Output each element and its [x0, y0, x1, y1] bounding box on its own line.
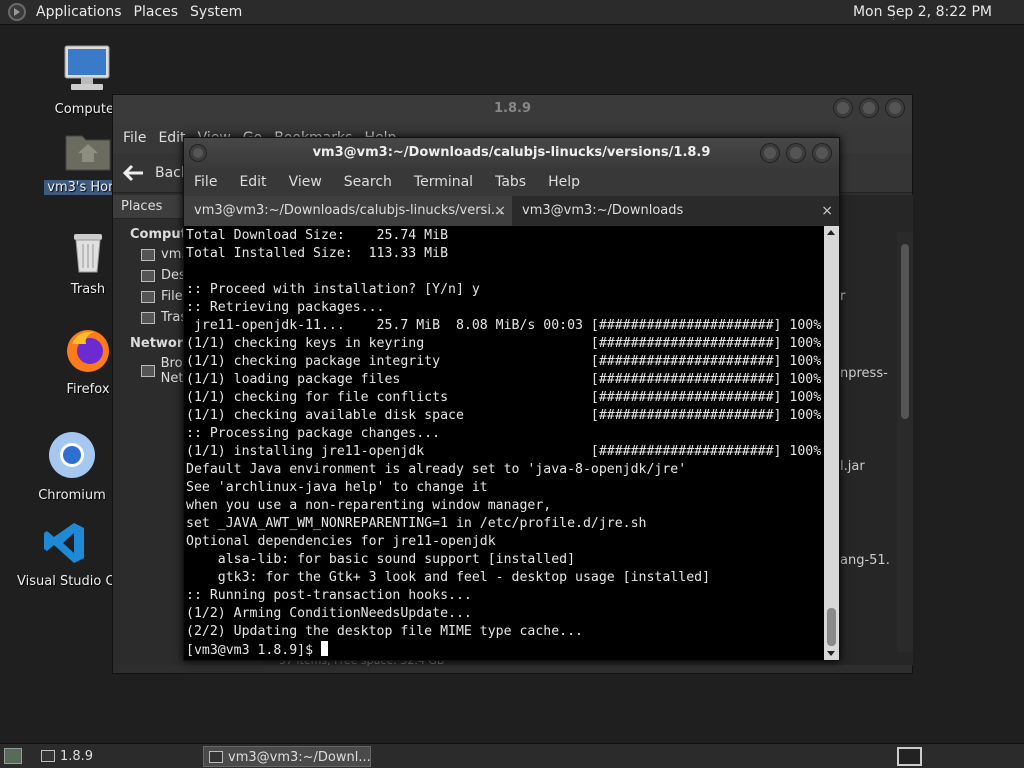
terminal-cursor: [320, 641, 328, 656]
terminal-line: (2/2) Updating the desktop file MIME typ…: [186, 624, 583, 639]
terminal-line: set _JAVA_AWT_WM_NONREPARENTING=1 in /et…: [186, 516, 647, 531]
terminal-title: vm3@vm3:~/Downloads/calubjs-linucks/vers…: [312, 145, 711, 160]
bottom-panel: 1.8.9 vm3@vm3:~/Downl...: [0, 743, 1024, 768]
workspace-switcher[interactable]: [897, 747, 922, 766]
terminal-line: (1/2) Arming ConditionNeedsUpdate...: [186, 606, 472, 621]
term-menu-search[interactable]: Search: [344, 174, 392, 190]
tab-close-icon[interactable]: ×: [821, 196, 833, 226]
term-menu-file[interactable]: File: [194, 174, 217, 190]
terminal-tabbar: vm3@vm3:~/Downloads/calubjs-linucks/vers…: [184, 196, 839, 226]
fm-menu-edit[interactable]: Edit: [158, 130, 185, 146]
maximize-button[interactable]: [860, 99, 878, 117]
terminal-line: :: Running post-transaction hooks...: [186, 588, 472, 603]
term-menu-edit[interactable]: Edit: [239, 174, 266, 190]
fm-menu-file[interactable]: File: [123, 130, 146, 146]
terminal-line: Total Download Size: 25.74 MiB: [186, 228, 449, 243]
terminal-icon: [209, 751, 223, 763]
terminal-titlebar[interactable]: vm3@vm3:~/Downloads/calubjs-linucks/vers…: [184, 138, 839, 168]
trash-small-icon: [141, 311, 155, 324]
taskbar-item-terminal[interactable]: vm3@vm3:~/Downl...: [203, 746, 371, 767]
trash-icon: [74, 234, 102, 273]
task-label: 1.8.9: [60, 749, 94, 764]
maximize-button[interactable]: [787, 144, 805, 162]
terminal-line: (1/1) checking keys in keyring [########…: [186, 336, 822, 351]
distro-logo-icon[interactable]: [8, 3, 26, 21]
terminal-line: gtk3: for the Gtk+ 3 look and feel - des…: [186, 570, 711, 585]
home-folder-icon: [65, 135, 111, 171]
desktop-icon: [141, 269, 155, 282]
terminal-line: (1/1) loading package files [###########…: [186, 372, 822, 387]
top-panel: Applications Places System Mon Sep 2, 8:…: [0, 0, 1024, 25]
drive-icon: [141, 290, 155, 303]
fm-scroll-thumb[interactable]: [901, 244, 909, 419]
minimize-button[interactable]: [761, 144, 779, 162]
menu-places[interactable]: Places: [128, 0, 185, 25]
term-menu-help[interactable]: Help: [548, 174, 580, 190]
menu-system[interactable]: System: [184, 0, 248, 25]
chromium-icon: [49, 432, 95, 478]
terminal-line: :: Retrieving packages...: [186, 300, 385, 315]
terminal-line: :: Proceed with installation? [Y/n] y: [186, 282, 480, 297]
scroll-up-arrow-icon[interactable]: [827, 230, 835, 235]
terminal-line: (1/1) installing jre11-openjdk [########…: [186, 444, 822, 459]
terminal-prompt-line: [vm3@vm3 1.8.9]$: [186, 641, 823, 660]
tab-label: vm3@vm3:~/Downloads: [522, 203, 684, 218]
tab-close-icon[interactable]: ×: [494, 196, 506, 226]
folder-icon: [41, 750, 55, 762]
vscode-icon: [44, 523, 84, 563]
terminal-tab-downloads[interactable]: vm3@vm3:~/Downloads ×: [512, 196, 839, 226]
tab-label: vm3@vm3:~/Downloads/calubjs-linucks/vers…: [194, 203, 504, 218]
fm-title: 1.8.9: [493, 101, 531, 116]
desktop-icon-vscode[interactable]: Visual Studio Code: [17, 520, 113, 589]
close-button[interactable]: [813, 144, 831, 162]
terminal-scroll-thumb[interactable]: [827, 608, 836, 646]
terminal-line: See 'archlinux-java help' to change it: [186, 480, 488, 495]
back-arrow-icon: [123, 164, 143, 181]
window-menu-button[interactable]: [190, 145, 206, 161]
menu-applications[interactable]: Applications: [30, 0, 128, 25]
file-label[interactable]: r: [840, 289, 845, 304]
network-icon: [141, 365, 155, 377]
fm-titlebar[interactable]: 1.8.9: [113, 95, 912, 123]
desktop-icon-label: Chromium: [38, 488, 106, 503]
terminal-line: (1/1) checking available disk space [###…: [186, 408, 822, 423]
minimize-button[interactable]: [834, 99, 852, 117]
terminal-line: :: Processing package changes...: [186, 426, 441, 441]
terminal-line: Default Java environment is already set …: [186, 462, 687, 477]
file-label[interactable]: ang-51.: [840, 553, 890, 568]
terminal-line: when you use a non-reparenting window ma…: [186, 498, 552, 513]
terminal-tab-active[interactable]: vm3@vm3:~/Downloads/calubjs-linucks/vers…: [184, 196, 512, 226]
terminal-line: jre11-openjdk-11... 25.7 MiB 8.08 MiB/s …: [186, 318, 822, 333]
home-icon: [141, 248, 155, 261]
computer-icon: [64, 45, 110, 90]
taskbar-item-file-manager[interactable]: 1.8.9: [36, 746, 196, 767]
task-label: vm3@vm3:~/Downl...: [228, 750, 371, 765]
terminal-line: Total Installed Size: 113.33 MiB: [186, 246, 449, 261]
terminal-line: (1/1) checking for file conflicts [#####…: [186, 390, 822, 405]
fm-scrollbar[interactable]: [897, 232, 913, 652]
terminal-prompt: [vm3@vm3 1.8.9]$: [186, 643, 321, 658]
clock[interactable]: Mon Sep 2, 8:22 PM: [853, 0, 992, 25]
file-label[interactable]: npress-: [840, 366, 888, 381]
terminal-scrollbar[interactable]: [824, 226, 839, 660]
term-menu-tabs[interactable]: Tabs: [495, 174, 526, 190]
desktop-icon-label: Visual Studio Code: [17, 574, 113, 589]
terminal-line: Optional dependencies for jre11-openjdk: [186, 534, 496, 549]
terminal-output[interactable]: Total Download Size: 25.74 MiB Total Inst…: [184, 226, 825, 660]
terminal-line: alsa-lib: for basic sound support [insta…: [186, 552, 576, 567]
back-button[interactable]: Back: [123, 164, 189, 182]
desktop-icon-chromium[interactable]: Chromium: [17, 430, 127, 503]
terminal-window[interactable]: vm3@vm3:~/Downloads/calubjs-linucks/vers…: [183, 137, 840, 661]
file-label[interactable]: l.jar: [840, 459, 865, 474]
term-menu-terminal[interactable]: Terminal: [414, 174, 473, 190]
firefox-icon: [67, 330, 109, 372]
term-menu-view[interactable]: View: [289, 174, 322, 190]
scroll-down-arrow-icon[interactable]: [827, 651, 835, 656]
terminal-menubar: File Edit View Search Terminal Tabs Help: [184, 168, 839, 196]
close-button[interactable]: [886, 99, 904, 117]
show-desktop-icon[interactable]: [4, 748, 22, 764]
terminal-line: (1/1) checking package integrity [######…: [186, 354, 822, 369]
